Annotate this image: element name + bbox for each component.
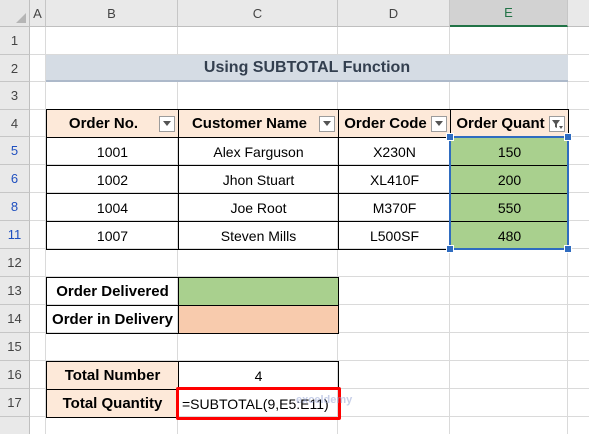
cell-order-no[interactable]: 1001 <box>46 137 179 166</box>
total-number-label[interactable]: Total Number <box>46 361 179 390</box>
cell-customer-name[interactable]: Steven Mills <box>178 221 339 250</box>
row-header-next[interactable] <box>0 417 30 434</box>
select-all-corner[interactable] <box>0 0 30 27</box>
filter-funnel-icon <box>552 119 563 129</box>
legend-in-delivery-label[interactable]: Order in Delivery <box>46 305 179 334</box>
total-number-value[interactable]: 4 <box>178 361 339 390</box>
header-order-no-label: Order No. <box>68 115 139 132</box>
row-header-16[interactable]: 16 <box>0 361 30 389</box>
cell-customer-name[interactable]: Alex Farguson <box>178 137 339 166</box>
column-header-c[interactable]: C <box>178 0 338 27</box>
header-order-code-label: Order Code <box>344 115 427 132</box>
cell-order-no[interactable]: 1007 <box>46 221 179 250</box>
dropdown-arrow-icon <box>435 121 443 126</box>
header-order-quantity-label: Order Quant <box>456 115 545 132</box>
legend-delivered-label[interactable]: Order Delivered <box>46 277 179 306</box>
row-header-4[interactable]: 4 <box>0 110 30 137</box>
header-customer-name-label: Customer Name <box>191 115 308 132</box>
row-header-12[interactable]: 12 <box>0 249 30 277</box>
column-header-next[interactable] <box>568 0 589 27</box>
header-order-code[interactable]: Order Code <box>338 109 451 138</box>
selection-range <box>449 136 569 250</box>
cell-order-code[interactable]: L500SF <box>338 221 451 250</box>
dropdown-arrow-icon <box>323 121 331 126</box>
cell-order-code[interactable]: XL410F <box>338 165 451 194</box>
legend-in-delivery-swatch[interactable] <box>178 305 339 334</box>
row-header-6[interactable]: 6 <box>0 165 30 193</box>
filter-dropdown-button[interactable] <box>319 115 335 132</box>
sheet-title[interactable]: Using SUBTOTAL Function <box>46 55 568 82</box>
selection-handle[interactable] <box>446 133 454 141</box>
filter-applied-button[interactable] <box>549 115 565 132</box>
row-header-11[interactable]: 11 <box>0 221 30 249</box>
cell-customer-name[interactable]: Joe Root <box>178 193 339 222</box>
row-header-17[interactable]: 17 <box>0 389 30 417</box>
cell-order-code[interactable]: X230N <box>338 137 451 166</box>
row-header-3[interactable]: 3 <box>0 82 30 110</box>
fill-handle[interactable] <box>564 245 572 253</box>
row-header-5[interactable]: 5 <box>0 137 30 165</box>
cell-order-no[interactable]: 1002 <box>46 165 179 194</box>
header-order-no[interactable]: Order No. <box>46 109 179 138</box>
cell-order-no[interactable]: 1004 <box>46 193 179 222</box>
legend-delivered-swatch[interactable] <box>178 277 339 306</box>
column-header-b[interactable]: B <box>46 0 178 27</box>
selection-handle[interactable] <box>446 245 454 253</box>
watermark-logo: exceldemy <box>296 394 353 406</box>
total-quantity-label[interactable]: Total Quantity <box>46 389 179 418</box>
column-header-d[interactable]: D <box>338 0 450 27</box>
dropdown-arrow-icon <box>163 121 171 126</box>
spreadsheet-grid: A B C D E 1 2 3 4 5 6 8 11 12 13 14 15 1… <box>0 0 589 434</box>
row-header-14[interactable]: 14 <box>0 305 30 333</box>
row-header-2[interactable]: 2 <box>0 55 30 82</box>
filter-dropdown-button[interactable] <box>159 115 175 132</box>
header-customer-name[interactable]: Customer Name <box>178 109 339 138</box>
row-header-15[interactable]: 15 <box>0 333 30 361</box>
selection-handle[interactable] <box>564 133 572 141</box>
row-header-13[interactable]: 13 <box>0 277 30 305</box>
row-header-1[interactable]: 1 <box>0 27 30 55</box>
header-order-quantity[interactable]: Order Quant <box>450 109 569 138</box>
column-header-e[interactable]: E <box>450 0 568 27</box>
filter-dropdown-button[interactable] <box>431 115 447 132</box>
column-header-a[interactable]: A <box>30 0 46 27</box>
cell-order-code[interactable]: M370F <box>338 193 451 222</box>
row-header-8[interactable]: 8 <box>0 193 30 221</box>
cell-customer-name[interactable]: Jhon Stuart <box>178 165 339 194</box>
